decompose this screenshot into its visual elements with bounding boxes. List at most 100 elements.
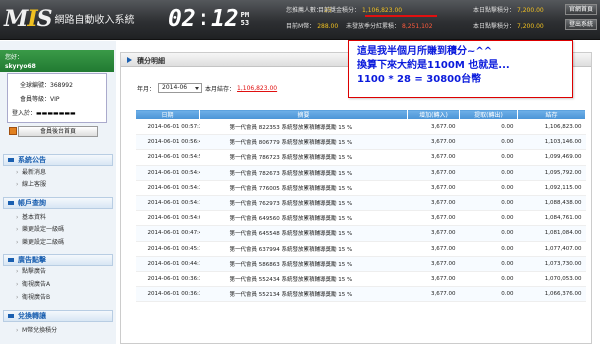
cell-withdraw: 0.00: [459, 271, 518, 288]
cell-date: 2014-06-01 00:54:13: [135, 195, 200, 212]
cell-increase: 3,677.00: [407, 195, 460, 212]
cell-summary: 第一代會員 776005 系統發放累積輔導獎勵 15 %: [199, 180, 408, 196]
page-title: 積分明細: [137, 57, 165, 65]
greeting: 您好：: [5, 54, 24, 61]
col-balance: 結存: [517, 109, 586, 120]
cell-date: 2014-06-01 00:44:12: [135, 256, 200, 272]
cell-withdraw: 0.00: [459, 149, 518, 166]
chevron-down-icon: [195, 87, 200, 90]
year-label: 年月：: [137, 85, 156, 93]
sidebar-item-profile[interactable]: 基本資料: [16, 214, 46, 222]
cell-summary: 第一代會員 782673 系統發放累積輔導獎勵 15 %: [199, 165, 408, 181]
logout-button[interactable]: 登出系統: [565, 19, 597, 30]
cell-increase: 3,677.00: [407, 256, 460, 272]
cell-summary: 第一代會員 762973 系統發放累積輔導獎勵 15 %: [199, 195, 408, 212]
user-header: 您好： skyryo68: [0, 50, 114, 72]
clock-colon: :: [196, 6, 210, 31]
col-date: 日期: [135, 109, 200, 120]
section-icon: [8, 258, 14, 262]
cell-balance: 1,084,761.00: [517, 210, 586, 227]
section-exchange[interactable]: 兌換轉讓: [3, 310, 113, 322]
user-info-box: 全球編號：368992 會員等級：VIP 登入於：▬▬▬▬▬▬▬: [7, 73, 107, 123]
sidebar-item-sat-ad-b[interactable]: 衛視廣告B: [16, 294, 50, 302]
cell-increase: 3,677.00: [407, 210, 460, 227]
cell-balance: 1,066,376.00: [517, 286, 586, 303]
col-increase: 增加(轉入): [407, 109, 460, 120]
cell-withdraw: 0.00: [459, 165, 518, 181]
cell-withdraw: 0.00: [459, 180, 518, 196]
cell-date: 2014-06-01 00:54:00: [135, 210, 200, 227]
sidebar-item-click-ad[interactable]: 點擊廣告: [16, 268, 46, 276]
arrow-icon: [127, 57, 132, 63]
cell-summary: 第一代會員 649560 系統發放累積輔導獎勵 15 %: [199, 210, 408, 227]
username: skyryo68: [5, 63, 36, 70]
cell-balance: 1,073,730.00: [517, 256, 586, 272]
system-name: 網路自動收入系統: [54, 15, 135, 26]
cell-withdraw: 0.00: [459, 286, 518, 303]
home-button[interactable]: 官網首頁: [565, 4, 597, 15]
section-icon: [8, 201, 14, 205]
cell-withdraw: 0.00: [459, 241, 518, 257]
cell-withdraw: 0.00: [459, 119, 518, 136]
balance-label: 本月結存：: [205, 85, 236, 93]
cell-summary: 第一代會員 552134 系統發放累積輔導獎勵 15 %: [199, 286, 408, 303]
cell-balance: 1,088,438.00: [517, 195, 586, 212]
sidebar-item-pass1[interactable]: 樂更設定一級碼: [16, 226, 64, 234]
stat-bonus-points: 目前獎金積分： 1,106,823.00: [318, 7, 403, 14]
login-time: 登入於：▬▬▬▬▬▬▬: [12, 110, 76, 117]
balance-value: 1,106,823.00: [237, 84, 278, 92]
cell-withdraw: 0.00: [459, 134, 518, 151]
sidebar-item-pass2[interactable]: 樂更設定二級碼: [16, 239, 64, 247]
cell-date: 2014-06-01 00:47:43: [135, 225, 200, 242]
cell-summary: 第一代會員 586863 系統發放累積輔導獎勵 15 %: [199, 256, 408, 272]
section-account[interactable]: 帳戶查詢: [3, 197, 113, 209]
cell-balance: 1,099,469.00: [517, 149, 586, 166]
cell-summary: 第一代會員 806779 系統發放累積輔導獎勵 15 %: [199, 134, 408, 151]
table-row: 2014-06-01 00:54:56第一代會員 786723 系統發放累積輔導…: [135, 149, 586, 166]
computer-icon: [9, 127, 17, 135]
cell-withdraw: 0.00: [459, 256, 518, 272]
cell-withdraw: 0.00: [459, 225, 518, 242]
logo-text: MIS: [4, 6, 53, 32]
section-ad-click[interactable]: 廣告點擊: [3, 254, 113, 266]
sidebar-item-support[interactable]: 線上客服: [16, 181, 46, 189]
year-month-select[interactable]: 2014-06: [158, 83, 203, 93]
cell-balance: 1,092,115.00: [517, 180, 586, 196]
table-row: 2014-06-01 00:54:00第一代會員 649560 系統發放累積輔導…: [135, 210, 586, 227]
sidebar-item-news[interactable]: 最新消息: [16, 169, 46, 177]
cell-date: 2014-06-01 00:57:36: [135, 119, 200, 136]
col-withdraw: 提取(轉出): [459, 109, 518, 120]
sidebar-item-sat-ad-a[interactable]: 衛視廣告A: [16, 281, 50, 289]
table-row: 2014-06-01 00:57:36第一代會員 822353 系統發放累積輔導…: [135, 119, 586, 136]
cell-increase: 3,677.00: [407, 271, 460, 288]
cell-date: 2014-06-01 00:54:56: [135, 149, 200, 166]
col-summary: 摘要: [199, 109, 408, 120]
annotation-note: 這是我半個月所賺到積分~^^ 換算下來大約是1100M 也就是... 1100 …: [348, 40, 573, 98]
top-bar: MIS 網路自動收入系統 02 : 12 PM 53 您推薦人數： 25 目前獎金積…: [0, 0, 600, 40]
note-line: 這是我半個月所賺到積分~^^: [357, 46, 493, 57]
points-table: 日期 摘要 增加(轉入) 提取(轉出) 結存 2014-06-01 00:57:…: [135, 109, 586, 303]
cell-withdraw: 0.00: [459, 195, 518, 212]
highlight-underline: [365, 15, 437, 17]
cell-summary: 第一代會員 645548 系統發放累積輔導獎勵 15 %: [199, 225, 408, 242]
cell-withdraw: 0.00: [459, 210, 518, 227]
cell-increase: 3,677.00: [407, 165, 460, 181]
table-header-row: 日期 摘要 增加(轉入) 提取(轉出) 結存: [135, 109, 586, 120]
cell-balance: 1,077,407.00: [517, 241, 586, 257]
cell-date: 2014-06-01 00:54:31: [135, 180, 200, 196]
cell-date: 2014-06-01 00:56:42: [135, 134, 200, 151]
clock: 02 : 12 PM 53: [168, 6, 249, 33]
section-icon: [8, 158, 14, 162]
table-row: 2014-06-01 00:45:12第一代會員 637994 系統發放累積輔導…: [135, 241, 586, 257]
cell-summary: 第一代會員 786723 系統發放累積輔導獎勵 15 %: [199, 149, 408, 166]
cell-date: 2014-06-01 00:54:42: [135, 165, 200, 181]
section-announcements[interactable]: 系統公告: [3, 154, 113, 166]
cell-increase: 3,677.00: [407, 149, 460, 166]
sidebar-item-m-exchange[interactable]: M幣兌換積分: [16, 327, 57, 335]
cell-increase: 3,677.00: [407, 180, 460, 196]
cell-summary: 第一代會員 552434 系統發放累積輔導獎勵 15 %: [199, 271, 408, 288]
cell-summary: 第一代會員 637994 系統發放累積輔導獎勵 15 %: [199, 241, 408, 257]
sidebar: 您好： skyryo68 全球編號：368992 會員等級：VIP 登入於：▬▬…: [0, 41, 116, 344]
table-row: 2014-06-01 00:54:42第一代會員 782673 系統發放累積輔導…: [135, 165, 586, 181]
member-home-button[interactable]: 會員後台首頁: [9, 126, 98, 137]
